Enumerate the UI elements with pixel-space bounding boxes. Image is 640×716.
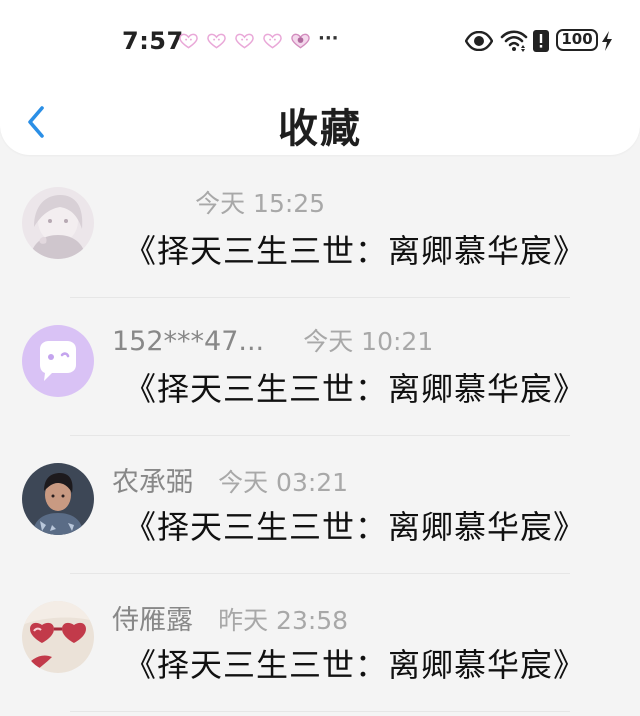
page-title: 收藏 bbox=[278, 106, 362, 152]
status-time: 7:57 bbox=[122, 27, 184, 55]
list-item[interactable]: 农承弼 今天 03:21 《择天三生三世：离卿慕华宸》 bbox=[0, 436, 640, 574]
list-item[interactable]: 侍雁露 昨天 23:58 《择天三生三世：离卿慕华宸》 bbox=[0, 574, 640, 712]
heart-chat-icon bbox=[263, 33, 282, 49]
item-time: 今天 10:21 bbox=[303, 327, 434, 356]
item-content: 《择天三生三世：离卿慕华宸》 bbox=[124, 646, 587, 684]
eye-icon bbox=[465, 31, 493, 51]
item-content: 《择天三生三世：离卿慕华宸》 bbox=[124, 232, 587, 270]
item-time: 今天 15:25 bbox=[195, 189, 326, 218]
avatar bbox=[22, 463, 94, 535]
list-item[interactable]: 152***47... 今天 10:21 《择天三生三世：离卿慕华宸》 bbox=[0, 298, 640, 436]
item-meta: 农承弼 今天 03:21 bbox=[112, 460, 348, 498]
avatar bbox=[22, 601, 94, 673]
item-content: 《择天三生三世：离卿慕华宸》 bbox=[124, 508, 587, 546]
status-bar: 7:57 ··· 100 bbox=[0, 0, 640, 84]
item-meta: 152***47... 今天 10:21 bbox=[112, 322, 434, 357]
item-content: 《择天三生三世：离卿慕华宸》 bbox=[124, 370, 587, 408]
charging-bolt-icon bbox=[602, 31, 612, 51]
item-time: 今天 03:21 bbox=[218, 468, 349, 497]
heart-badge-icon bbox=[291, 33, 310, 49]
sender-name: 152***47... bbox=[112, 326, 265, 357]
battery-indicator: 100 bbox=[556, 29, 598, 51]
top-header: 7:57 ··· 100 收藏 bbox=[0, 0, 640, 155]
divider bbox=[70, 711, 570, 712]
item-meta: 侍雁露 昨天 23:58 bbox=[112, 598, 348, 636]
sender-name: 侍雁露 bbox=[112, 605, 193, 636]
item-time: 昨天 23:58 bbox=[218, 606, 349, 635]
avatar bbox=[22, 325, 94, 397]
heart-chat-icon bbox=[207, 33, 226, 49]
alert-icon bbox=[533, 30, 549, 52]
list-item[interactable]: 今天 15:25 《择天三生三世：离卿慕华宸》 bbox=[0, 160, 640, 298]
favorites-list: 今天 15:25 《择天三生三世：离卿慕华宸》 152***47... 今天 1… bbox=[0, 160, 640, 712]
heart-chat-icon bbox=[179, 33, 198, 49]
item-meta: 今天 15:25 bbox=[190, 184, 325, 218]
heart-chat-icon bbox=[235, 33, 254, 49]
sender-name: 农承弼 bbox=[112, 467, 193, 498]
avatar bbox=[22, 187, 94, 259]
more-dots: ··· bbox=[318, 28, 339, 49]
wifi-icon bbox=[500, 30, 528, 52]
